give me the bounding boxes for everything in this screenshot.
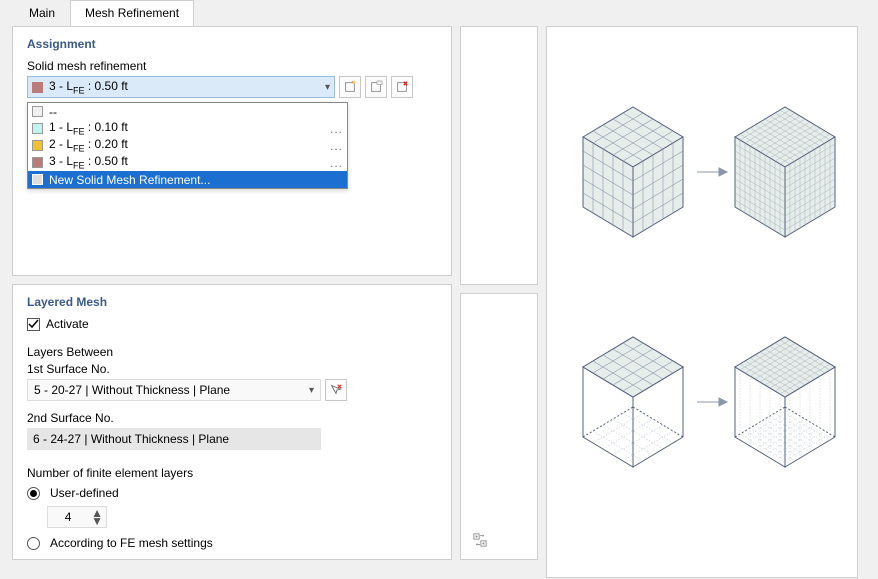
second-surface-field: 6 - 24-27 | Without Thickness | Plane	[27, 428, 321, 450]
assignment-title: Assignment	[27, 37, 437, 51]
side-panel-2	[460, 293, 538, 560]
refinement-option-2[interactable]: 2 - LFE : 0.20 ft ...	[28, 137, 347, 154]
user-defined-radio[interactable]: User-defined	[27, 486, 437, 500]
layered-title: Layered Mesh	[27, 295, 437, 309]
first-surface-select[interactable]: 5 - 20-27 | Without Thickness | Plane ▾	[27, 379, 321, 401]
refinement-dropdown[interactable]: -- 1 - LFE : 0.10 ft ... 2 - LFE : 0.20 …	[27, 102, 348, 189]
side-panel-1	[460, 26, 538, 285]
activate-label: Activate	[46, 317, 89, 331]
toggle-refinement-icon[interactable]	[469, 529, 491, 551]
activate-checkbox[interactable]: Activate	[27, 317, 437, 331]
delete-item-button[interactable]	[391, 76, 413, 98]
refinement-option-3[interactable]: 3 - LFE : 0.50 ft ...	[28, 154, 347, 171]
second-surface-label: 2nd Surface No.	[27, 411, 437, 425]
tab-mesh-refinement[interactable]: Mesh Refinement	[70, 0, 194, 26]
preview-panel	[546, 26, 858, 578]
layers-between-label: Layers Between	[27, 345, 437, 359]
chevron-down-icon: ▾	[325, 82, 330, 93]
edit-item-button[interactable]	[365, 76, 387, 98]
solid-mesh-refinement-select[interactable]: 3 - LFE : 0.50 ft ▾	[27, 76, 335, 98]
layers-spinner[interactable]: 4 ▲▼	[47, 506, 107, 528]
selected-text: 3 - LFE : 0.50 ft	[49, 79, 325, 95]
refinement-option-new[interactable]: New Solid Mesh Refinement...	[28, 171, 347, 188]
according-radio[interactable]: According to FE mesh settings	[27, 536, 437, 550]
solid-mesh-refinement-label: Solid mesh refinement	[27, 59, 437, 73]
tab-main[interactable]: Main	[14, 0, 70, 26]
preview-illustration	[547, 27, 859, 579]
new-item-button[interactable]	[339, 76, 361, 98]
assignment-panel: Assignment Solid mesh refinement 3 - LFE…	[12, 26, 452, 276]
pick-surface-button[interactable]	[325, 379, 347, 401]
layered-mesh-panel: Layered Mesh Activate Layers Between 1st…	[12, 284, 452, 560]
selected-swatch	[32, 82, 43, 93]
first-surface-label: 1st Surface No.	[27, 362, 437, 376]
num-layers-label: Number of finite element layers	[27, 466, 437, 480]
refinement-option-1[interactable]: 1 - LFE : 0.10 ft ...	[28, 120, 347, 137]
refinement-option-none[interactable]: --	[28, 103, 347, 120]
